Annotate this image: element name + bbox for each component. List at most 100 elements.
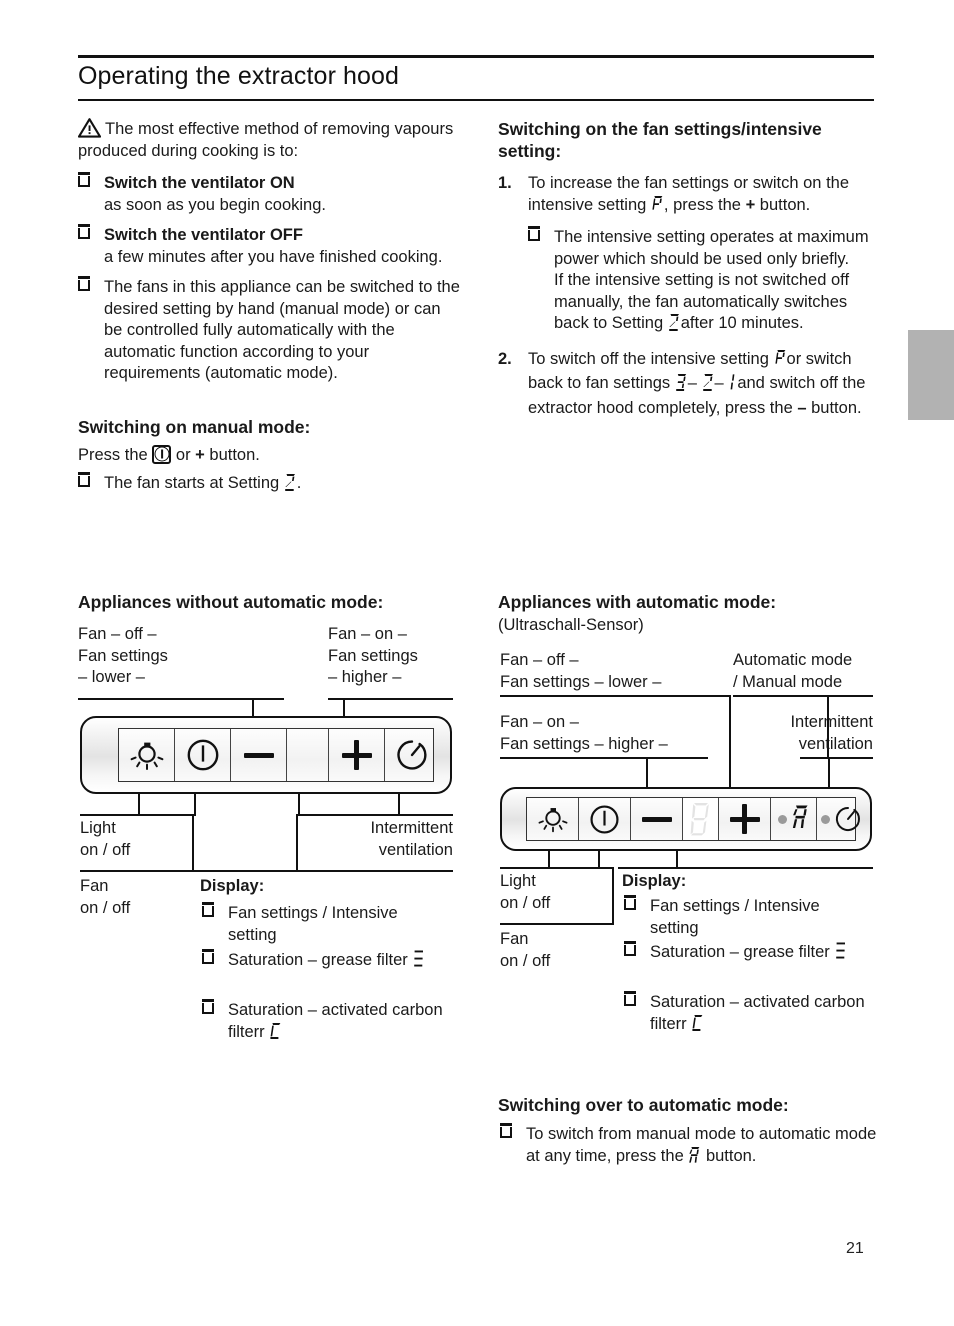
seven-segment-3-icon	[675, 373, 688, 398]
list-item: To switch from manual mode to automatic …	[500, 1123, 878, 1170]
checkbox-bullet-icon	[78, 224, 90, 239]
plus-icon	[729, 804, 760, 834]
seven-segment-c-icon	[269, 1022, 282, 1047]
plus-symbol: +	[195, 445, 205, 464]
page-number: 21	[846, 1240, 864, 1257]
display-item-text: Saturation – grease filter	[650, 943, 830, 961]
step2-text-d: button.	[811, 398, 862, 417]
diagram-left-label-interval: Intermittent ventilation	[370, 819, 453, 859]
connector-rail	[800, 757, 873, 759]
list-item: The fans in this appliance can be switch…	[78, 276, 463, 385]
list-item: Fan settings / Intensive setting	[202, 902, 442, 946]
dash-2: –	[714, 374, 724, 392]
chapter-tab-marker	[908, 330, 954, 420]
power-icon	[152, 444, 172, 464]
diagram-left-label-light: Light on / off	[80, 819, 131, 859]
list-item: The fan starts at Setting .	[78, 472, 463, 498]
seven-segment-c-icon	[691, 1014, 704, 1039]
connector-line-auto	[827, 695, 829, 757]
auto-mode-icon	[791, 804, 810, 835]
seven-segment-digit-icon	[690, 803, 709, 836]
power-button[interactable]	[579, 798, 631, 840]
connector-rail	[296, 814, 453, 816]
manual-mode-press-line: Press the or + button.	[78, 444, 463, 467]
power-button[interactable]	[175, 729, 231, 781]
bullet-plain-text: The fans in this appliance can be switch…	[104, 278, 460, 382]
fan-lower-button[interactable]	[231, 729, 287, 781]
connector-line-timer	[828, 757, 830, 787]
numbered-step: 2. To switch off the intensive setting o…	[498, 349, 878, 420]
control-panel-keypad	[118, 728, 434, 782]
seven-segment-f-icon	[834, 942, 847, 967]
minus-symbol: –	[797, 398, 807, 417]
connector-line-v	[192, 814, 194, 872]
diagram-right-display-heading: Display:	[622, 872, 687, 890]
intermittent-ventilation-button[interactable]	[817, 798, 865, 840]
light-icon	[129, 738, 165, 772]
auto-switch-text-b: button.	[705, 1146, 757, 1165]
right-column: Switching on the fan settings/intensive …	[498, 118, 878, 419]
fan-start-text: The fan starts at Setting	[104, 474, 280, 492]
checkbox-bullet-icon	[202, 999, 214, 1014]
minus-icon	[641, 816, 672, 822]
intermittent-ventilation-button[interactable]	[385, 729, 439, 781]
checkbox-bullet-icon	[624, 991, 636, 1006]
list-item: Saturation – grease filter	[202, 949, 442, 975]
connector-line-v	[296, 814, 298, 872]
section-heading-auto-switch: Switching over to automatic mode:	[498, 1095, 789, 1115]
bullet-bold-text: Switch the ventilator OFF	[104, 226, 303, 244]
list-item: Switch the ventilator OFF a few minutes …	[78, 224, 463, 268]
connector-line-light	[138, 794, 140, 816]
checkbox-bullet-icon	[78, 472, 90, 487]
light-button[interactable]	[119, 729, 175, 781]
diagram-right-label-fan: Fan on / off	[500, 930, 551, 970]
connector-line-fan	[194, 794, 196, 816]
diagram-right-label-light: Light on / off	[500, 872, 551, 912]
diagram-right-label-interval: Intermittent ventilation	[790, 713, 873, 753]
intro-text: The most effective method of removing va…	[78, 120, 454, 160]
diagram-left-display-heading: Display:	[200, 877, 265, 895]
connector-rail	[500, 923, 612, 925]
connector-rail	[328, 698, 453, 700]
seven-segment-2-icon	[702, 373, 715, 398]
diagram-right-heading: Appliances with automatic mode:	[498, 592, 777, 612]
list-item: Saturation – activated carbon filterr	[624, 991, 879, 1039]
diagram-right-subheading: (Ultraschall-Sensor)	[498, 616, 644, 634]
seven-segment-p-icon	[651, 195, 664, 220]
section-heading-manual-mode: Switching on manual mode:	[78, 416, 311, 437]
fan-lower-button[interactable]	[631, 798, 683, 840]
bullet-rest-text: a few minutes after you have finished co…	[104, 247, 443, 266]
fan-higher-button[interactable]	[719, 798, 771, 840]
plus-symbol: +	[745, 195, 756, 214]
seven-segment-p-icon	[774, 349, 787, 374]
control-panel-keypad	[526, 797, 860, 841]
press-mid-text: or	[175, 445, 191, 464]
minus-icon	[243, 752, 274, 758]
step1-sub-c: after 10 minutes.	[680, 314, 804, 332]
light-button[interactable]	[527, 798, 579, 840]
connector-rail	[194, 870, 453, 872]
fan-higher-button[interactable]	[329, 729, 385, 781]
warning-triangle-icon	[78, 118, 101, 138]
connector-line-minus	[646, 757, 648, 787]
period-text: .	[296, 474, 302, 492]
timer-icon	[834, 805, 862, 833]
connector-rail	[500, 695, 730, 697]
dash-1: –	[687, 374, 697, 392]
led-indicator-timer	[820, 814, 830, 824]
step1-text-b: , press the	[663, 195, 741, 214]
control-panel-body	[80, 716, 452, 794]
automatic-mode-button[interactable]	[771, 798, 817, 840]
checkbox-bullet-icon	[78, 276, 90, 291]
seven-segment-1-icon	[728, 373, 737, 398]
connector-rail	[500, 867, 612, 869]
seven-segment-2-icon	[668, 313, 681, 338]
list-item: Switch the ventilator ON as soon as you …	[78, 172, 463, 216]
plus-icon	[341, 740, 372, 770]
list-item: The intensive setting operates at maximu…	[528, 226, 878, 338]
list-item: Saturation – grease filter	[624, 941, 869, 967]
checkbox-bullet-icon	[624, 895, 636, 910]
display-item-text: Saturation – activated carbon filterr	[228, 1001, 443, 1041]
display-item-text: Fan settings / Intensive setting	[650, 897, 820, 937]
intro-warning-paragraph: The most effective method of removing va…	[78, 118, 463, 162]
